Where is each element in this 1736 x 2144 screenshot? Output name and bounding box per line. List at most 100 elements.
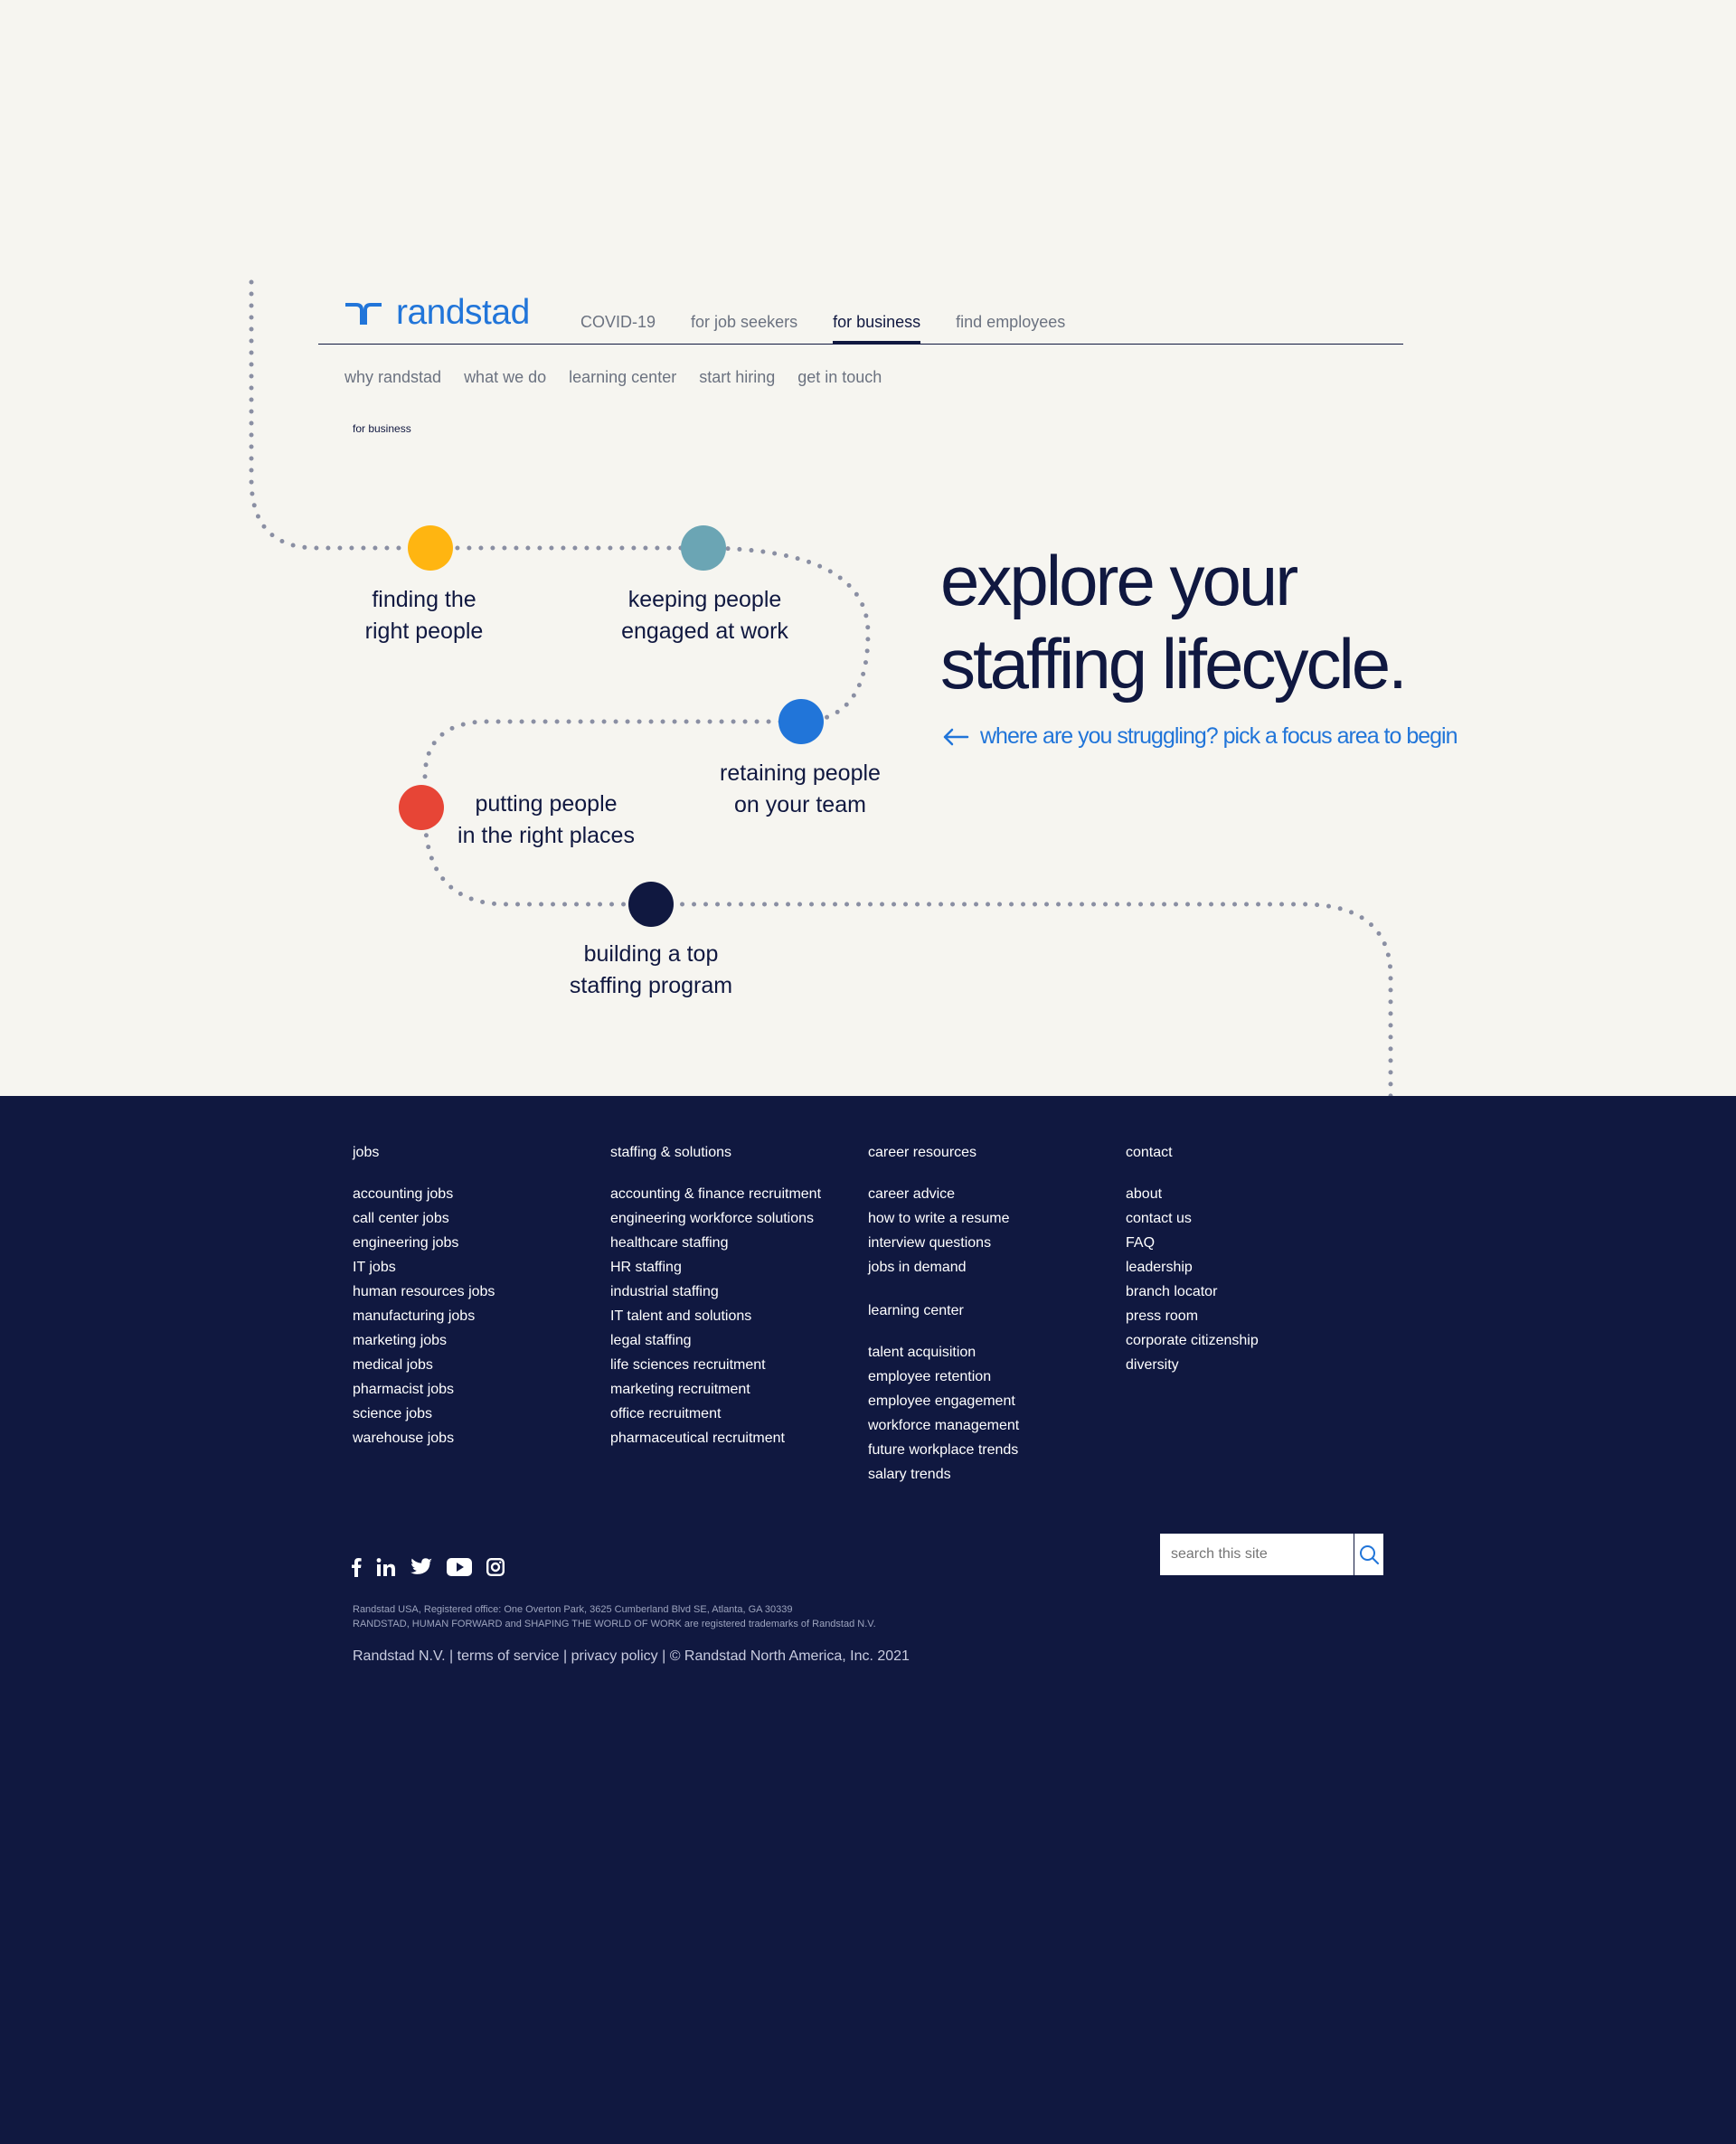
nav-for-job-seekers[interactable]: for job seekers <box>691 311 797 344</box>
linkedin-icon[interactable] <box>376 1557 396 1577</box>
footer-link[interactable]: accounting & finance recruitment <box>610 1182 821 1206</box>
footer-link[interactable]: corporate citizenship <box>1126 1328 1259 1353</box>
node-building-staffing-program[interactable] <box>628 882 674 927</box>
search-button[interactable] <box>1354 1534 1383 1575</box>
link-randstad-nv[interactable]: Randstad N.V. <box>353 1648 446 1664</box>
separator: | <box>657 1648 670 1664</box>
footer-link[interactable]: office recruitment <box>610 1402 821 1426</box>
footer-link[interactable]: warehouse jobs <box>353 1426 495 1450</box>
footer-link[interactable]: jobs in demand <box>868 1255 1019 1280</box>
footer-link[interactable]: engineering jobs <box>353 1231 495 1255</box>
label-line: finding the <box>372 587 476 612</box>
subnav-learning-center[interactable]: learning center <box>569 367 676 387</box>
node-retaining-people[interactable] <box>778 699 824 744</box>
footer-link[interactable]: call center jobs <box>353 1206 495 1231</box>
instagram-icon[interactable] <box>486 1558 505 1576</box>
label-line: staffing program <box>569 973 733 998</box>
footer-link[interactable]: how to write a resume <box>868 1206 1019 1231</box>
footer-heading-learning-center[interactable]: learning center <box>868 1302 1019 1320</box>
node-putting-people-right-places[interactable] <box>399 785 444 830</box>
footer-link[interactable]: marketing recruitment <box>610 1377 821 1402</box>
footer-link[interactable]: engineering workforce solutions <box>610 1206 821 1231</box>
footer-link[interactable]: FAQ <box>1126 1231 1259 1255</box>
label-putting-people-right-places[interactable]: putting people in the right places <box>447 789 646 852</box>
footer-link[interactable]: accounting jobs <box>353 1182 495 1206</box>
footer-heading-contact: contact <box>1126 1145 1173 1160</box>
footer-search <box>1160 1534 1383 1575</box>
search-input[interactable] <box>1160 1534 1354 1575</box>
footer-col-contact: contact about contact us FAQ leadership … <box>1126 1144 1259 1377</box>
footer-link[interactable]: employee engagement <box>868 1389 1019 1413</box>
label-keeping-people-engaged[interactable]: keeping people engaged at work <box>603 584 807 647</box>
footer-link[interactable]: talent acquisition <box>868 1340 1019 1365</box>
node-keeping-people-engaged[interactable] <box>681 525 726 571</box>
footer-link[interactable]: IT jobs <box>353 1255 495 1280</box>
footer-link[interactable]: healthcare staffing <box>610 1231 821 1255</box>
footer-link[interactable]: science jobs <box>353 1402 495 1426</box>
label-line: right people <box>364 619 484 644</box>
footer-heading-staffing: staffing & solutions <box>610 1145 732 1160</box>
subnav-start-hiring[interactable]: start hiring <box>699 367 775 387</box>
nav-covid-19[interactable]: COVID-19 <box>580 311 656 344</box>
label-line: putting people <box>475 791 618 817</box>
footer-link[interactable]: diversity <box>1126 1353 1259 1377</box>
nav-find-employees[interactable]: find employees <box>956 311 1065 344</box>
footer-link[interactable]: contact us <box>1126 1206 1259 1231</box>
youtube-icon[interactable] <box>447 1558 472 1576</box>
link-terms-of-service[interactable]: terms of service <box>458 1648 560 1664</box>
footer-link[interactable]: press room <box>1126 1304 1259 1328</box>
footer-link[interactable]: pharmacist jobs <box>353 1377 495 1402</box>
footer-heading-career: career resources <box>868 1145 977 1160</box>
logo-wordmark: randstad <box>396 293 530 332</box>
footer-link[interactable]: pharmaceutical recruitment <box>610 1426 821 1450</box>
hero-title: explore your staffing lifecycle. <box>940 539 1408 705</box>
footer-col-staffing: staffing & solutions accounting & financ… <box>610 1144 821 1450</box>
facebook-icon[interactable] <box>352 1557 362 1577</box>
footer-link[interactable]: HR staffing <box>610 1255 821 1280</box>
footer-link[interactable]: workforce management <box>868 1413 1019 1438</box>
subnav-why-randstad[interactable]: why randstad <box>344 367 441 387</box>
footer-link[interactable]: life sciences recruitment <box>610 1353 821 1377</box>
copyright-text: © Randstad North America, Inc. 2021 <box>669 1648 910 1664</box>
label-building-staffing-program[interactable]: building a top staffing program <box>552 939 750 1002</box>
footer-link[interactable]: branch locator <box>1126 1280 1259 1304</box>
legal-text: Randstad USA, Registered office: One Ove… <box>353 1602 876 1631</box>
breadcrumb[interactable]: for business <box>353 422 411 435</box>
footer-link[interactable]: manufacturing jobs <box>353 1304 495 1328</box>
separator: | <box>445 1648 458 1664</box>
footer-link[interactable]: employee retention <box>868 1365 1019 1389</box>
footer-link[interactable]: industrial staffing <box>610 1280 821 1304</box>
search-icon <box>1360 1545 1379 1564</box>
footer-link[interactable]: marketing jobs <box>353 1328 495 1353</box>
hero-title-line: staffing lifecycle. <box>940 624 1408 704</box>
footer-link[interactable]: leadership <box>1126 1255 1259 1280</box>
label-finding-right-people[interactable]: finding the right people <box>334 584 514 647</box>
arrow-left-icon <box>942 726 969 748</box>
label-line: building a top <box>583 941 719 967</box>
footer-link[interactable]: legal staffing <box>610 1328 821 1353</box>
footer-link[interactable]: medical jobs <box>353 1353 495 1377</box>
footer-col-jobs: jobs accounting jobs call center jobs en… <box>353 1144 495 1450</box>
label-line: on your team <box>734 792 866 817</box>
node-finding-right-people[interactable] <box>408 525 453 571</box>
randstad-logo[interactable]: randstad <box>344 295 530 331</box>
label-line: retaining people <box>720 760 881 786</box>
label-retaining-people[interactable]: retaining people on your team <box>692 758 909 821</box>
legal-line: RANDSTAD, HUMAN FORWARD and SHAPING THE … <box>353 1619 876 1629</box>
separator: | <box>559 1648 571 1664</box>
subnav-get-in-touch[interactable]: get in touch <box>797 367 882 387</box>
footer-link[interactable]: IT talent and solutions <box>610 1304 821 1328</box>
label-line: engaged at work <box>621 619 788 644</box>
subnav-what-we-do[interactable]: what we do <box>464 367 546 387</box>
footer-link[interactable]: career advice <box>868 1182 1019 1206</box>
footer-link[interactable]: interview questions <box>868 1231 1019 1255</box>
link-privacy-policy[interactable]: privacy policy <box>571 1648 658 1664</box>
footer-link[interactable]: human resources jobs <box>353 1280 495 1304</box>
footer-link[interactable]: about <box>1126 1182 1259 1206</box>
twitter-icon[interactable] <box>410 1558 432 1576</box>
sub-nav: why randstad what we do learning center … <box>344 367 904 387</box>
nav-for-business[interactable]: for business <box>833 311 921 344</box>
footer-link[interactable]: future workplace trends <box>868 1438 1019 1462</box>
hero-subtitle: where are you struggling? pick a focus a… <box>942 723 1458 750</box>
footer-link[interactable]: salary trends <box>868 1462 1019 1487</box>
